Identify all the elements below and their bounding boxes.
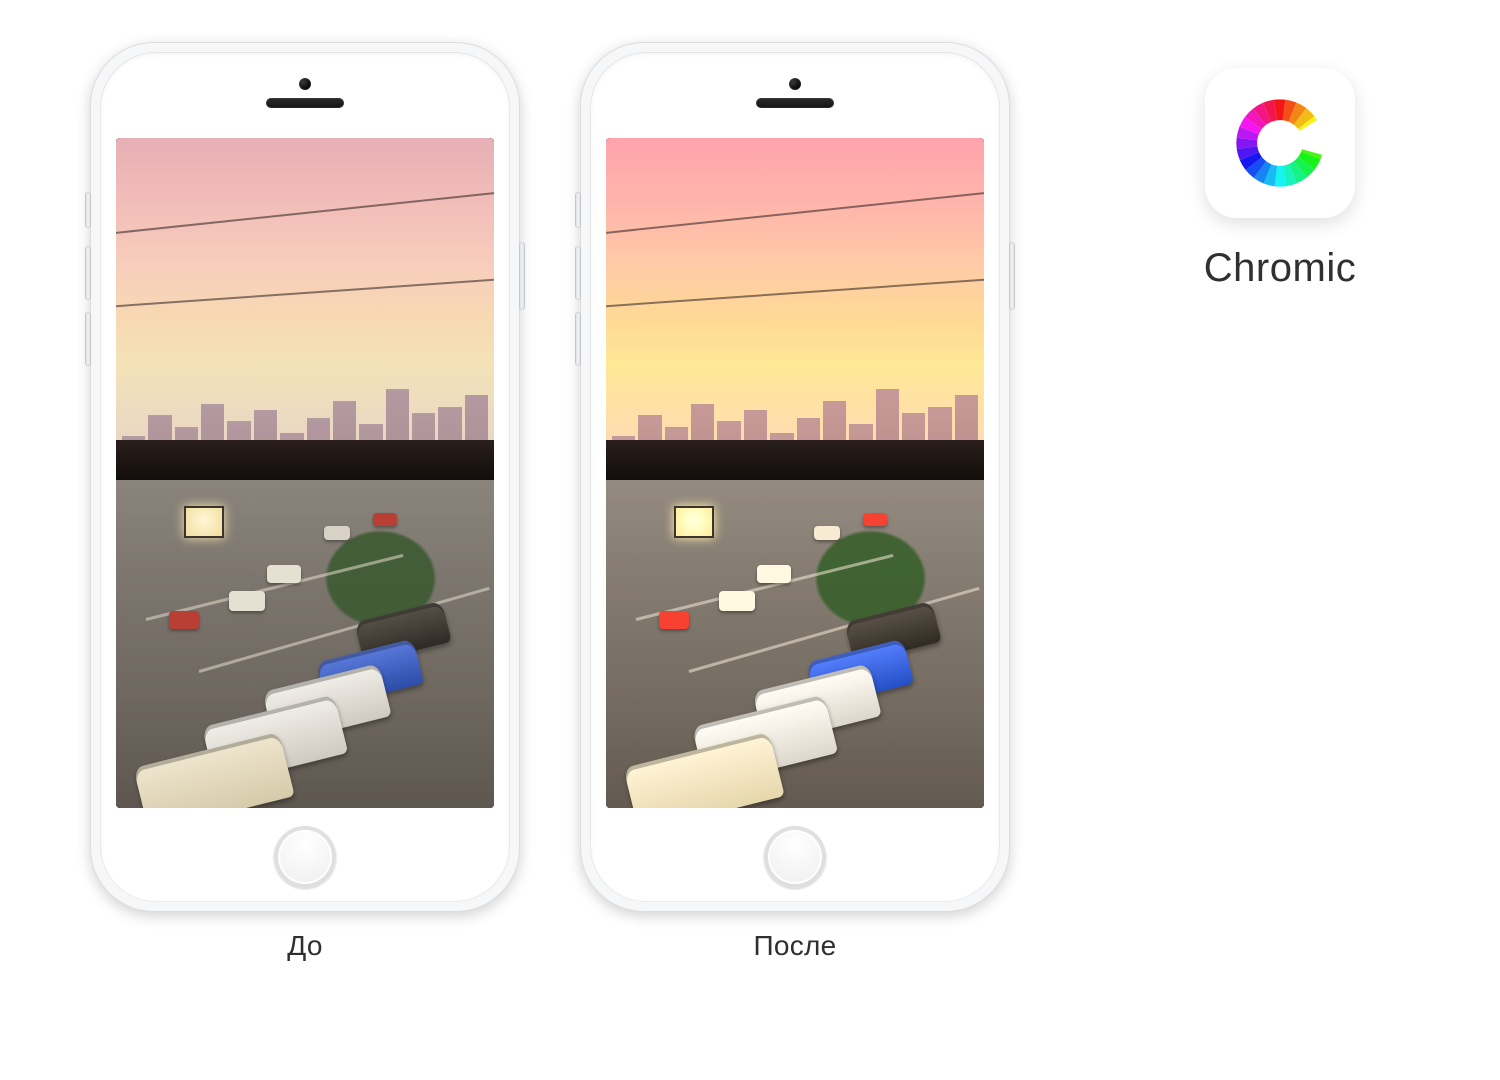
phone-volume-down bbox=[85, 312, 91, 366]
photo-before bbox=[116, 138, 494, 808]
phone-earpiece-icon bbox=[756, 98, 834, 108]
phone-earpiece-icon bbox=[266, 98, 344, 108]
photo-window-frame bbox=[606, 440, 984, 480]
car-icon bbox=[267, 565, 301, 583]
phone-home-button bbox=[274, 826, 336, 888]
car-icon bbox=[659, 611, 689, 629]
phone-mockup-before bbox=[90, 42, 520, 912]
phone-front-camera-icon bbox=[789, 78, 801, 90]
chromic-color-wheel-c-icon bbox=[1228, 91, 1332, 195]
car-icon bbox=[169, 611, 199, 629]
phone-front-camera-icon bbox=[299, 78, 311, 90]
app-icon bbox=[1205, 68, 1355, 218]
photo-window-frame bbox=[116, 440, 494, 480]
phone-volume-up bbox=[575, 246, 581, 300]
car-icon bbox=[719, 591, 755, 611]
car-icon bbox=[757, 565, 791, 583]
car-icon bbox=[814, 526, 840, 540]
billboard-icon bbox=[674, 506, 714, 538]
phone-home-button bbox=[764, 826, 826, 888]
phone-mockup-after bbox=[580, 42, 1010, 912]
photo-after bbox=[606, 138, 984, 808]
photo-street bbox=[116, 480, 494, 808]
caption-before: До bbox=[90, 930, 520, 962]
app-name: Chromic bbox=[1170, 246, 1390, 291]
photo-street bbox=[606, 480, 984, 808]
app-badge: Chromic bbox=[1170, 68, 1390, 291]
car-icon bbox=[863, 513, 887, 526]
phone-power-button bbox=[519, 242, 525, 310]
phone-mute-switch bbox=[85, 192, 91, 228]
comparison-stage: До bbox=[0, 0, 1500, 1080]
phone-power-button bbox=[1009, 242, 1015, 310]
caption-after: После bbox=[580, 930, 1010, 962]
car-icon bbox=[229, 591, 265, 611]
phone-volume-down bbox=[575, 312, 581, 366]
phone-mute-switch bbox=[575, 192, 581, 228]
phone-volume-up bbox=[85, 246, 91, 300]
car-icon bbox=[373, 513, 397, 526]
car-icon bbox=[324, 526, 350, 540]
billboard-icon bbox=[184, 506, 224, 538]
